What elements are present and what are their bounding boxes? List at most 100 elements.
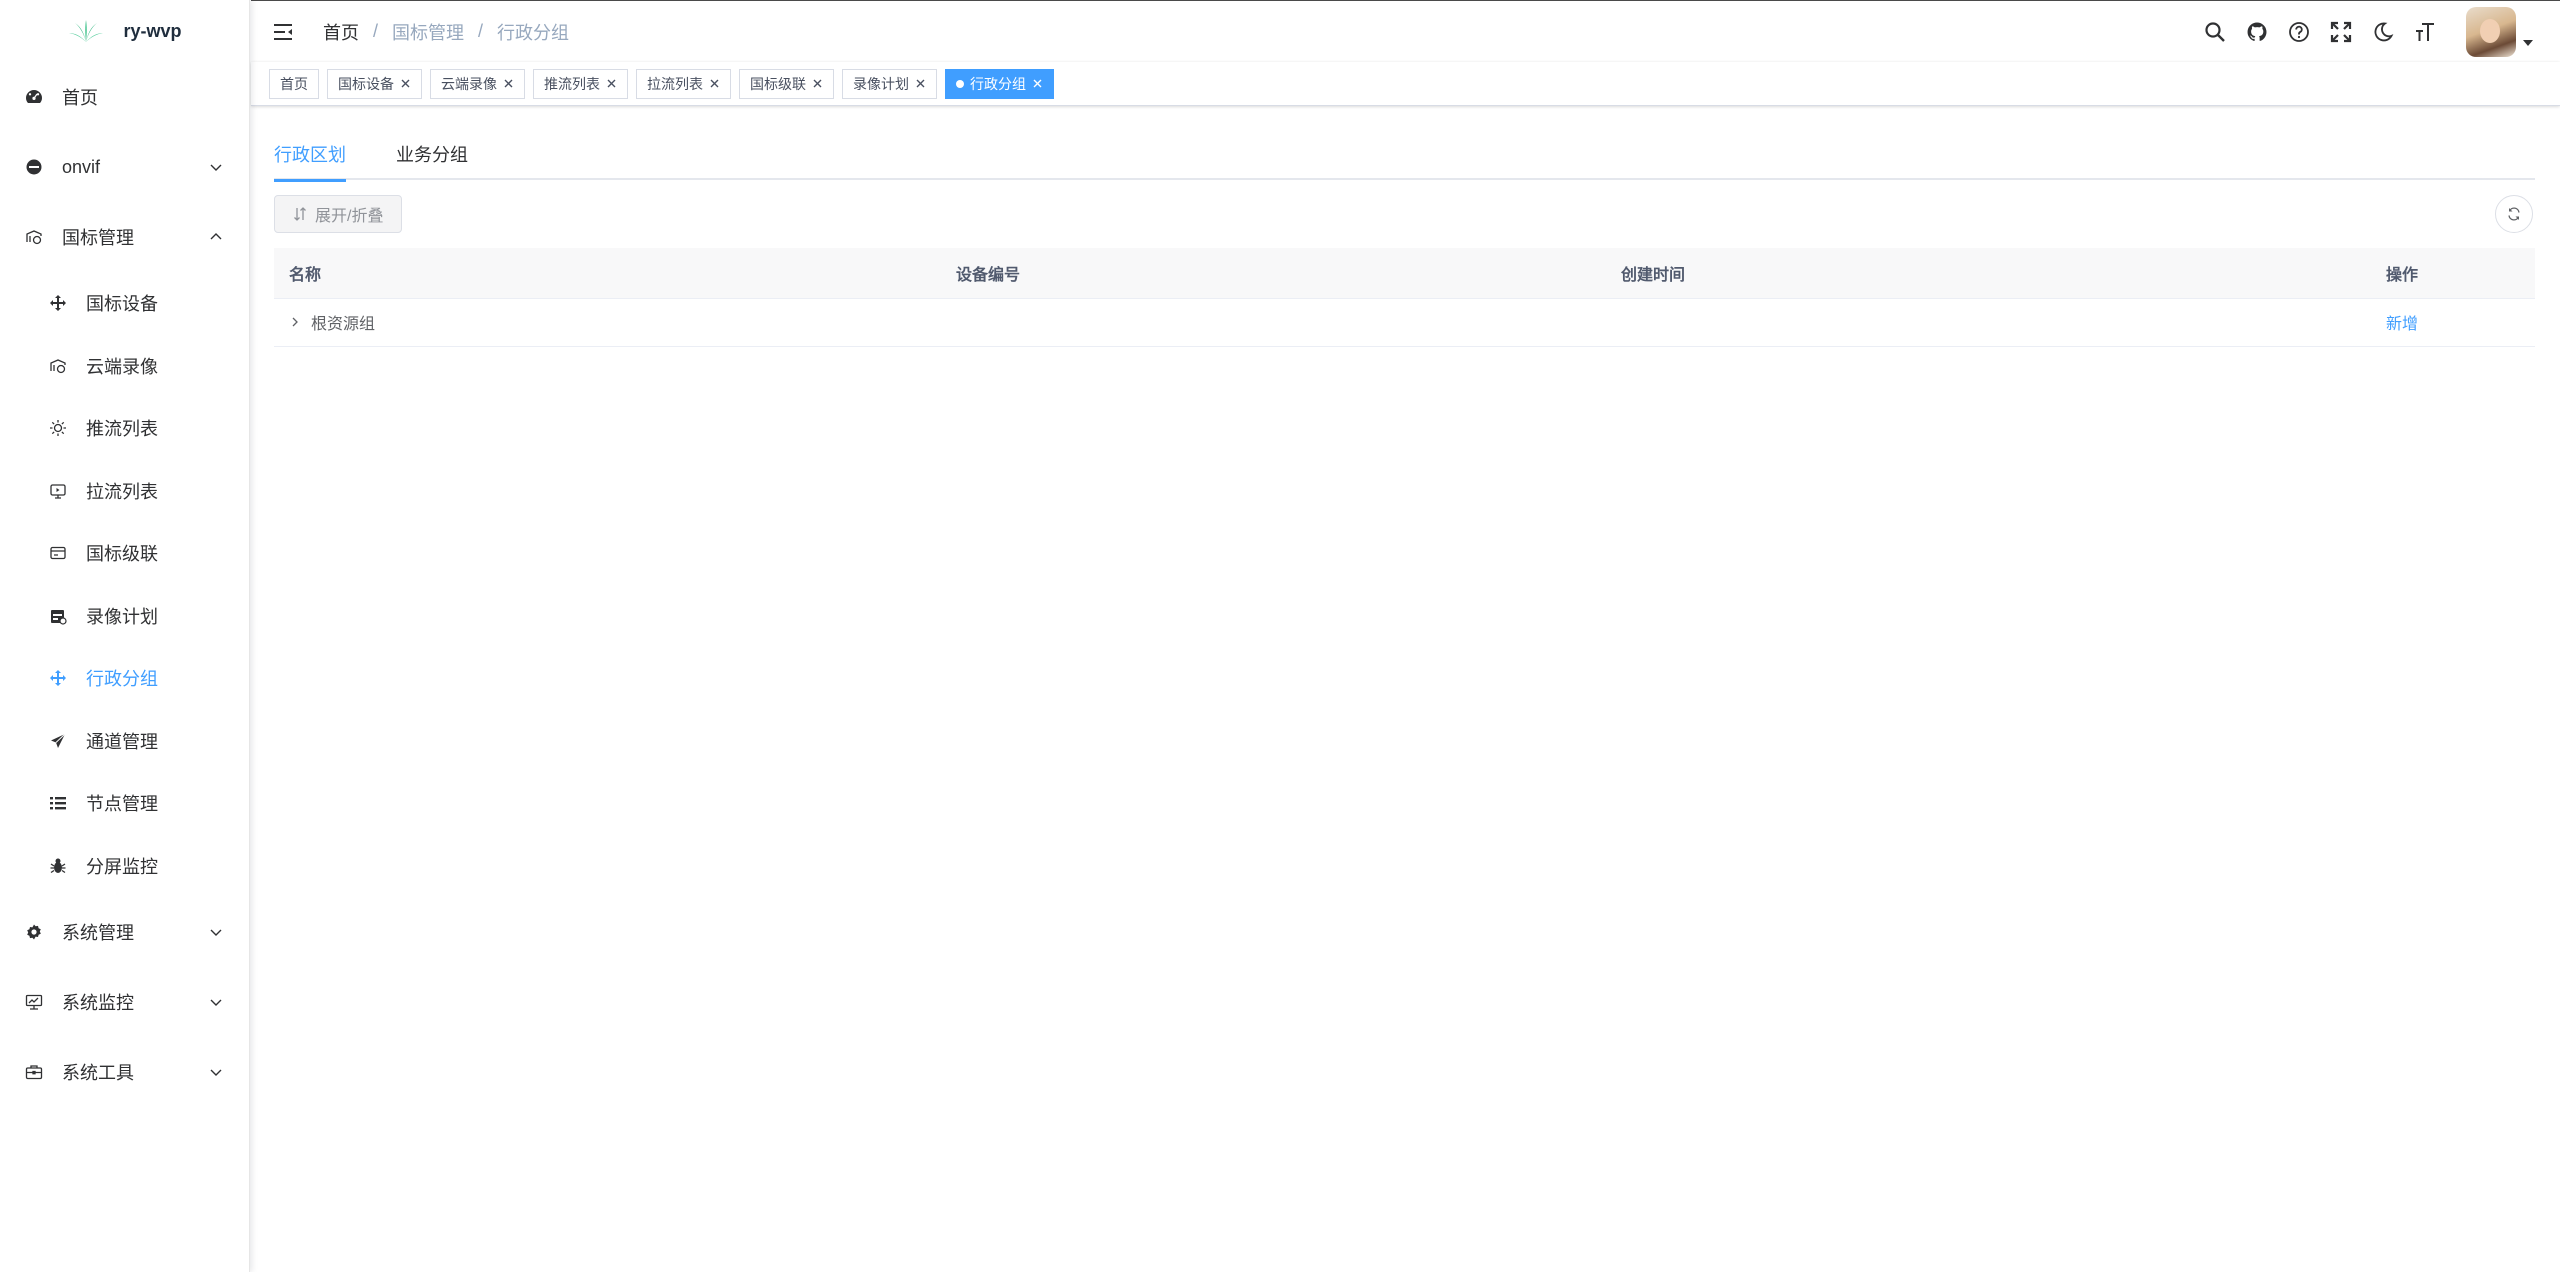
tag-label: 行政分组 (970, 75, 1026, 92)
tree-node[interactable]: 根资源组 (289, 310, 375, 334)
sidebar-item-system-tools[interactable]: 系统工具 (0, 1037, 249, 1107)
tag-record-plan[interactable]: 录像计划 (842, 68, 937, 99)
move-icon (48, 668, 68, 688)
sidebar-item-gb-devices[interactable]: 国标设备 (0, 272, 249, 335)
active-dot (956, 79, 964, 88)
toolbox-icon (24, 1062, 44, 1082)
tag-label: 国标设备 (338, 75, 394, 92)
font-size-button[interactable] (2404, 11, 2446, 53)
gear-icon (24, 922, 44, 942)
column-header-action: 操作 (2371, 248, 2535, 299)
column-header-created: 创建时间 (1606, 248, 2371, 299)
sidebar-item-label: 录像计划 (86, 606, 158, 627)
sun-icon (48, 418, 68, 438)
breadcrumb-item-current: 行政分组 (497, 22, 570, 43)
close-icon[interactable] (1032, 78, 1043, 89)
minus-circle-icon (24, 157, 44, 177)
search-button[interactable] (2194, 11, 2236, 53)
sidebar-item-label: 云端录像 (86, 356, 158, 377)
chevron-right-icon[interactable] (289, 316, 301, 328)
tag-home[interactable]: 首页 (269, 68, 319, 99)
tag-cloud-record[interactable]: 云端录像 (430, 68, 525, 99)
tag-push-list[interactable]: 推流列表 (533, 68, 628, 99)
tag-label: 录像计划 (853, 75, 909, 92)
sidebar-item-label: 分屏监控 (86, 856, 158, 877)
monitor-icon (24, 992, 44, 1012)
sidebar-item-label: 国标级联 (86, 544, 158, 565)
refresh-icon (2508, 207, 2520, 221)
sidebar-menu: 首页 onvif 国标管理 (0, 62, 249, 272)
tag-pull-list[interactable]: 拉流列表 (636, 68, 731, 99)
tab-admin-division[interactable]: 行政区划 (274, 130, 346, 182)
sidebar-item-system-management[interactable]: 系统管理 (0, 897, 249, 967)
avatar[interactable] (2466, 7, 2516, 57)
add-button[interactable]: 新增 (2386, 316, 2418, 333)
cell-action: 新增 (2371, 298, 2535, 347)
sidebar-item-pull-list[interactable]: 拉流列表 (0, 460, 249, 523)
education-icon (24, 227, 44, 247)
chevron-down-icon (210, 164, 222, 171)
logo-text: ry-wvp (123, 20, 182, 41)
tag-gb-cascade[interactable]: 国标级联 (739, 68, 834, 99)
sidebar-item-label: 拉流列表 (86, 481, 158, 502)
refresh-button[interactable] (2495, 195, 2533, 233)
sidebar-item-record-plan[interactable]: 录像计划 (0, 585, 249, 648)
sidebar-item-label: 节点管理 (86, 794, 158, 815)
breadcrumb-item-home[interactable]: 首页 (323, 19, 359, 45)
search-icon (2205, 22, 2225, 42)
dark-mode-toggle[interactable] (2362, 11, 2404, 53)
sidebar-item-channel-management[interactable]: 通道管理 (0, 710, 249, 773)
navbar: 首页 / 国标管理 / 行政分组 (251, 0, 2560, 62)
sidebar-item-system-monitor[interactable]: 系统监控 (0, 967, 249, 1037)
sidebar-item-label: 国标管理 (62, 228, 134, 248)
sidebar-item-admin-group[interactable]: 行政分组 (0, 647, 249, 710)
tag-gb-devices[interactable]: 国标设备 (327, 68, 422, 99)
github-icon (2247, 22, 2267, 42)
bug-icon (48, 856, 68, 876)
logo[interactable]: ry-wvp (0, 0, 249, 62)
sidebar-item-gb-management[interactable]: 国标管理 (0, 202, 249, 272)
main-area: 首页 / 国标管理 / 行政分组 首页 国标设备 云端录像 推流列表 拉流列表 … (251, 0, 2560, 1272)
expand-collapse-button[interactable]: 展开/折叠 (274, 195, 403, 233)
send-icon (48, 731, 68, 751)
sort-icon (294, 207, 306, 221)
sidebar-item-home[interactable]: 首页 (0, 62, 249, 132)
chevron-down-icon (210, 999, 222, 1006)
sidebar-item-gb-cascade[interactable]: 国标级联 (0, 522, 249, 585)
close-icon[interactable] (915, 78, 926, 89)
tags-view: 首页 国标设备 云端录像 推流列表 拉流列表 国标级联 录像计划 行政分组 (251, 62, 2560, 106)
help-button[interactable] (2278, 11, 2320, 53)
breadcrumb-separator: / (478, 21, 484, 41)
tabs: 行政区划 业务分组 (274, 130, 2535, 182)
hamburger-icon[interactable] (271, 20, 295, 44)
font-size-icon (2416, 23, 2434, 41)
sidebar-item-cloud-record[interactable]: 云端录像 (0, 335, 249, 398)
sidebar-item-onvif[interactable]: onvif (0, 132, 249, 202)
close-icon[interactable] (606, 78, 617, 89)
fullscreen-button[interactable] (2320, 11, 2362, 53)
tag-label: 国标级联 (750, 75, 806, 92)
sidebar-item-label: 通道管理 (86, 731, 158, 752)
close-icon[interactable] (503, 78, 514, 89)
close-icon[interactable] (812, 78, 823, 89)
close-icon[interactable] (400, 78, 411, 89)
source-code-button[interactable] (2236, 11, 2278, 53)
education-icon (48, 356, 68, 376)
toolbar: 展开/折叠 (274, 180, 2535, 248)
user-menu[interactable] (2466, 7, 2534, 57)
sidebar-item-node-management[interactable]: 节点管理 (0, 772, 249, 835)
column-header-code: 设备编号 (941, 248, 1606, 299)
tab-business-group[interactable]: 业务分组 (396, 130, 468, 180)
tag-admin-group[interactable]: 行政分组 (945, 68, 1054, 99)
close-icon[interactable] (709, 78, 720, 89)
sidebar-submenu-gb: 国标设备 云端录像 推流列表 拉流列表 国标级联 录像计划 行政分组 通道管理 … (0, 272, 249, 897)
sidebar-item-label: 推流列表 (86, 419, 158, 440)
chevron-up-icon (210, 233, 222, 240)
screen-icon (48, 481, 68, 501)
question-circle-icon (2289, 22, 2309, 42)
sidebar-item-split-monitor[interactable]: 分屏监控 (0, 835, 249, 898)
sidebar-item-push-list[interactable]: 推流列表 (0, 397, 249, 460)
column-header-name: 名称 (274, 248, 941, 299)
sidebar-item-label: 系统监控 (62, 993, 134, 1013)
cell-created (1606, 298, 2371, 347)
